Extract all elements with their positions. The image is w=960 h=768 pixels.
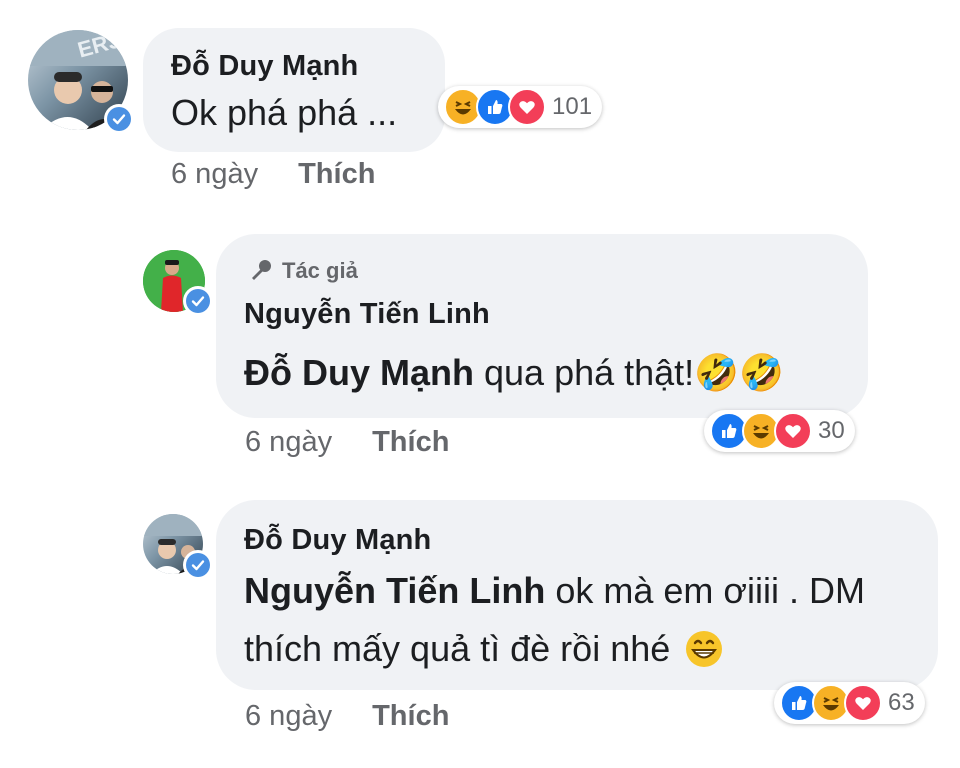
love-icon bbox=[844, 684, 882, 722]
verified-badge-icon bbox=[183, 286, 213, 316]
love-icon bbox=[774, 412, 812, 450]
reaction-count: 63 bbox=[888, 689, 915, 716]
comment-text-body: thích mấy quả tì đè rồi nhé bbox=[244, 628, 671, 669]
mention-link[interactable]: Đỗ Duy Mạnh bbox=[244, 352, 474, 393]
comment-meta: 6 ngày Thích bbox=[245, 426, 449, 459]
reaction-count: 30 bbox=[818, 417, 845, 444]
author-tag: Tác giả bbox=[248, 258, 358, 284]
like-button[interactable]: Thích bbox=[298, 158, 375, 190]
like-button[interactable]: Thích bbox=[372, 426, 449, 458]
comment-text: Đỗ Duy Mạnh qua phá thật!🤣🤣 bbox=[244, 352, 784, 394]
reaction-count: 101 bbox=[552, 93, 593, 120]
love-icon bbox=[508, 88, 546, 126]
avatar[interactable] bbox=[143, 514, 213, 580]
comment-text-line-1: Nguyễn Tiến Linh ok mà em ơiiii . DM bbox=[244, 570, 865, 612]
comment-meta: 6 ngày Thích bbox=[171, 158, 375, 191]
author-tag-label: Tác giả bbox=[282, 258, 358, 283]
reaction-summary[interactable]: 63 bbox=[774, 682, 925, 724]
comment-author[interactable]: Đỗ Duy Mạnh bbox=[244, 524, 431, 557]
comment-text: Ok phá phá ... bbox=[171, 92, 398, 133]
rofl-emoji: 🤣🤣 bbox=[694, 352, 784, 393]
comment-timestamp[interactable]: 6 ngày bbox=[245, 700, 332, 732]
reaction-summary[interactable]: 30 bbox=[704, 410, 855, 452]
comment-text-line-2: thích mấy quả tì đè rồi nhé bbox=[244, 628, 724, 670]
like-button[interactable]: Thích bbox=[372, 700, 449, 732]
reaction-summary[interactable]: 101 bbox=[438, 86, 603, 128]
verified-badge-icon bbox=[183, 550, 213, 580]
comment-bubble: Đỗ Duy Mạnh Ok phá phá ... bbox=[143, 28, 445, 152]
comment-text-body: ok mà em ơiiii . DM bbox=[545, 570, 865, 611]
comment-timestamp[interactable]: 6 ngày bbox=[245, 426, 332, 458]
grin-emoji-icon bbox=[684, 629, 724, 669]
mention-link[interactable]: Nguyễn Tiến Linh bbox=[244, 570, 545, 611]
comment-text-body: qua phá thật! bbox=[474, 352, 695, 393]
avatar[interactable] bbox=[143, 250, 213, 316]
microphone-icon bbox=[252, 260, 271, 280]
comment-timestamp[interactable]: 6 ngày bbox=[171, 158, 258, 190]
comment-author[interactable]: Đỗ Duy Mạnh bbox=[171, 50, 358, 83]
comment-bubble: Đỗ Duy Mạnh Nguyễn Tiến Linh ok mà em ơi… bbox=[216, 500, 938, 690]
comment-meta: 6 ngày Thích bbox=[245, 700, 449, 733]
comment-author[interactable]: Nguyễn Tiến Linh bbox=[244, 298, 490, 331]
avatar[interactable]: ERS bbox=[28, 30, 134, 134]
comment-bubble: Tác giả Nguyễn Tiến Linh Đỗ Duy Mạnh qua… bbox=[216, 234, 868, 418]
verified-badge-icon bbox=[104, 104, 134, 134]
